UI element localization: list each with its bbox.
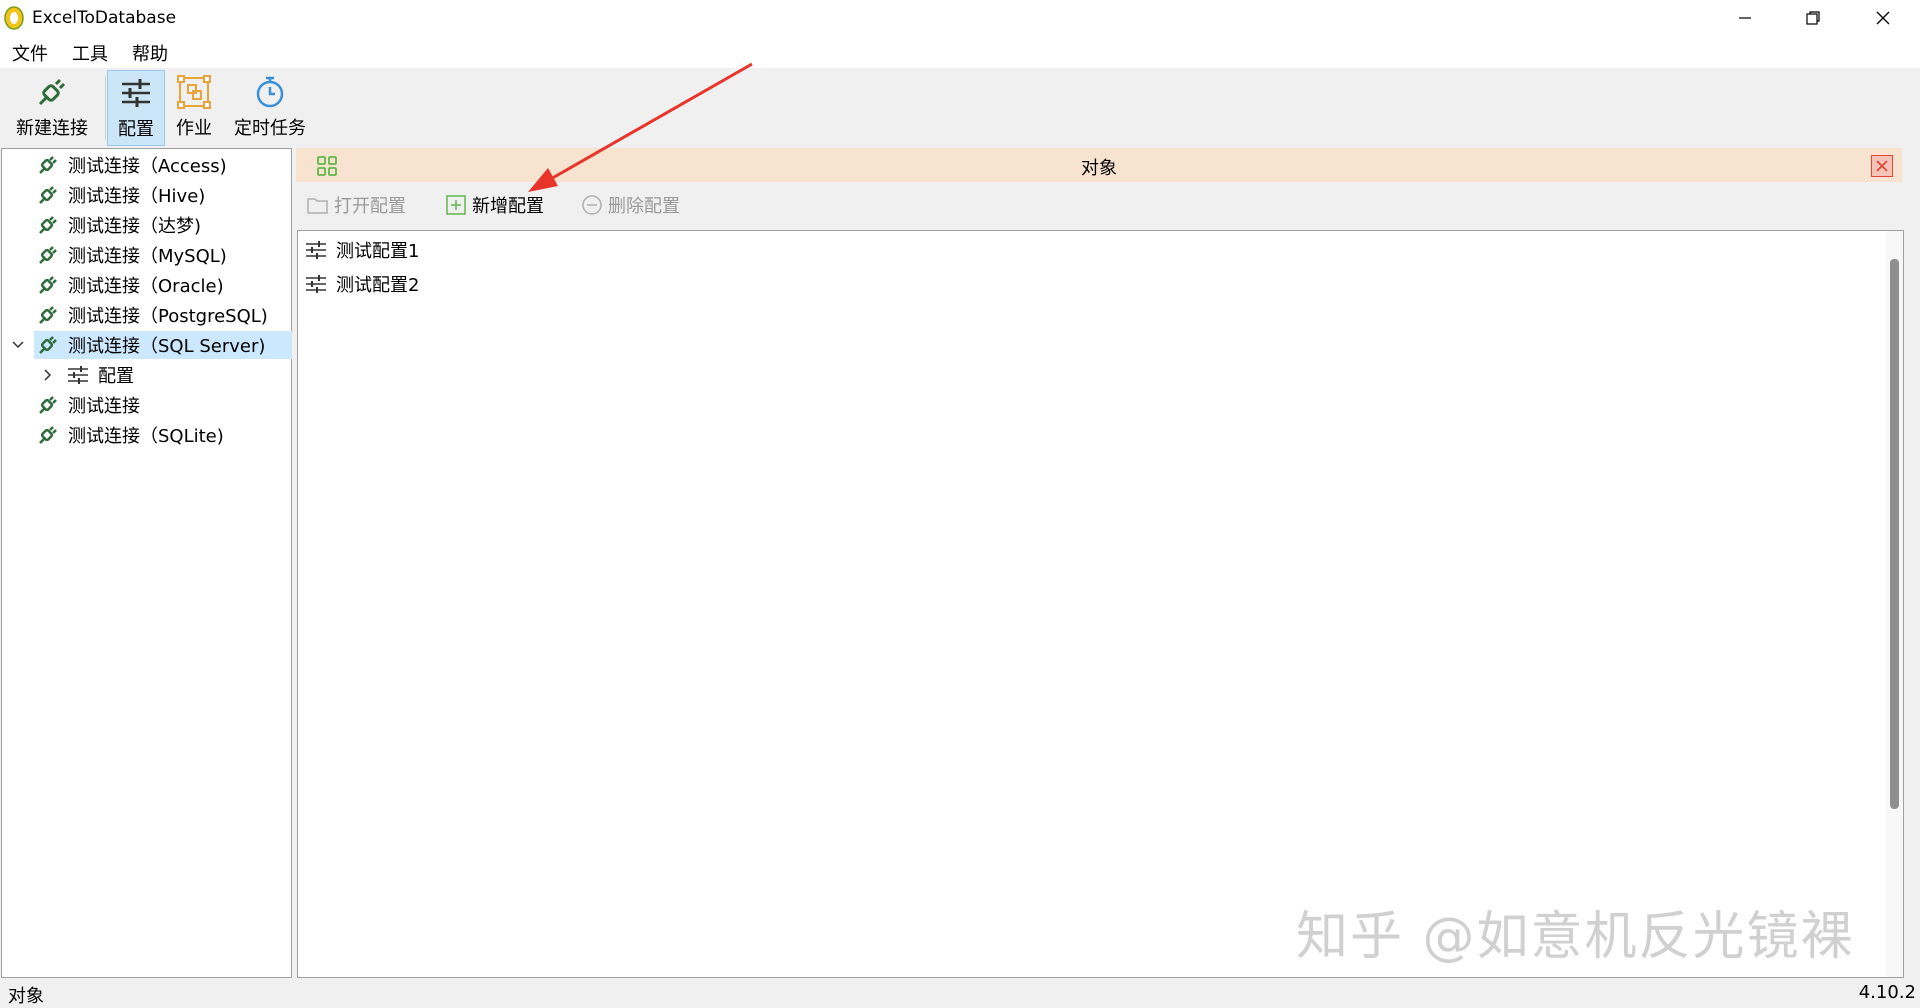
connection-tree: 测试连接（Access) 测试连接（Hive) 测试连接（达梦) 测试连接（My… <box>1 148 292 978</box>
new-connection-label: 新建连接 <box>16 118 88 139</box>
open-config-label: 打开配置 <box>334 196 406 217</box>
minimize-icon <box>1739 17 1751 19</box>
tree-item-label: 测试连接（Hive) <box>68 186 206 207</box>
tree-item-config[interactable]: 配置 <box>66 361 134 389</box>
tree-item-label: 测试连接（PostgreSQL) <box>68 306 268 327</box>
tree-item-sqlserver[interactable]: 测试连接（SQL Server) <box>34 331 292 359</box>
job-label: 作业 <box>176 118 212 139</box>
close-tab-button[interactable] <box>1871 155 1893 177</box>
list-item[interactable]: 测试配置1 <box>304 235 419 265</box>
connection-icon <box>36 273 60 297</box>
job-icon <box>177 75 211 109</box>
watermark: 知乎 @如意机反光镜裸 <box>1296 907 1855 967</box>
tree-item-label: 测试连接（MySQL) <box>68 246 227 267</box>
tree-item-label: 测试连接 <box>68 396 140 417</box>
folder-icon <box>306 193 330 217</box>
new-connection-button[interactable]: 新建连接 <box>8 70 96 144</box>
config-list: 测试配置1 测试配置2 <box>297 230 1904 978</box>
status-text: 对象 <box>8 986 44 1007</box>
connection-icon <box>36 423 60 447</box>
sliders-icon <box>304 272 328 296</box>
menu-tools[interactable]: 工具 <box>72 40 108 66</box>
sliders-icon <box>304 238 328 262</box>
close-icon <box>1876 160 1888 172</box>
list-item[interactable]: 测试配置2 <box>304 269 419 299</box>
toolbar-divider <box>105 76 106 140</box>
vertical-scrollbar[interactable] <box>1886 231 1903 977</box>
connection-icon <box>36 333 60 357</box>
menu-file[interactable]: 文件 <box>12 40 48 66</box>
tree-item-test-connection[interactable]: 测试连接 <box>36 391 140 419</box>
tree-item-access[interactable]: 测试连接（Access) <box>36 151 227 179</box>
scrollbar-thumb[interactable] <box>1890 259 1899 809</box>
connection-icon <box>36 153 60 177</box>
config-button[interactable]: 配置 <box>107 70 165 146</box>
list-item-label: 测试配置2 <box>336 275 420 296</box>
config-label: 配置 <box>118 119 154 140</box>
scheduled-task-label: 定时任务 <box>234 118 306 139</box>
job-button[interactable]: 作业 <box>170 70 218 144</box>
connection-icon <box>36 393 60 417</box>
connection-icon <box>36 183 60 207</box>
connection-icon <box>36 213 60 237</box>
version-label: 4.10.2 <box>1858 982 1916 1003</box>
scheduled-task-button[interactable]: 定时任务 <box>230 70 310 144</box>
sliders-icon <box>66 363 90 387</box>
tree-item-postgresql[interactable]: 测试连接（PostgreSQL) <box>36 301 268 329</box>
menu-help[interactable]: 帮助 <box>132 40 168 66</box>
restore-button[interactable] <box>1778 0 1848 36</box>
tree-item-hive[interactable]: 测试连接（Hive) <box>36 181 205 209</box>
connection-icon <box>36 243 60 267</box>
chevron-right-icon[interactable] <box>40 367 56 383</box>
annotation-arrow-icon <box>528 62 753 192</box>
tree-item-label: 配置 <box>98 366 134 387</box>
status-bar: 对象 4.10.2 <box>0 978 1920 1007</box>
window-title: ExcelToDatabase <box>32 8 177 28</box>
close-window-button[interactable] <box>1848 0 1918 36</box>
app-logo-icon <box>4 6 24 30</box>
chevron-down-icon[interactable] <box>10 337 26 353</box>
minimize-button[interactable] <box>1710 0 1780 36</box>
tree-item-label: 测试连接（SQLite) <box>68 426 224 447</box>
tree-item-dameng[interactable]: 测试连接（达梦) <box>36 211 201 239</box>
tree-item-oracle[interactable]: 测试连接（Oracle) <box>36 271 224 299</box>
tree-item-label: 测试连接（达梦) <box>68 216 202 237</box>
title-bar: ExcelToDatabase <box>0 0 1920 36</box>
tree-item-label: 测试连接（SQL Server) <box>68 336 266 357</box>
open-config-button[interactable]: 打开配置 <box>306 192 406 218</box>
restore-icon <box>1806 11 1820 25</box>
tree-item-label: 测试连接（Oracle) <box>68 276 224 297</box>
plus-icon <box>444 193 468 217</box>
tree-item-label: 测试连接（Access) <box>68 156 227 177</box>
plug-icon <box>38 78 66 106</box>
close-icon <box>1876 11 1890 25</box>
timer-icon <box>256 76 284 108</box>
connection-icon <box>36 303 60 327</box>
tree-item-mysql[interactable]: 测试连接（MySQL) <box>36 241 227 269</box>
sliders-icon <box>122 79 150 107</box>
list-item-label: 测试配置1 <box>336 241 420 262</box>
main-toolbar: 新建连接 配置 作业 定时任务 <box>0 68 1920 147</box>
menu-bar: 文件 工具 帮助 <box>0 36 1920 68</box>
tree-item-sqlite[interactable]: 测试连接（SQLite) <box>36 421 224 449</box>
